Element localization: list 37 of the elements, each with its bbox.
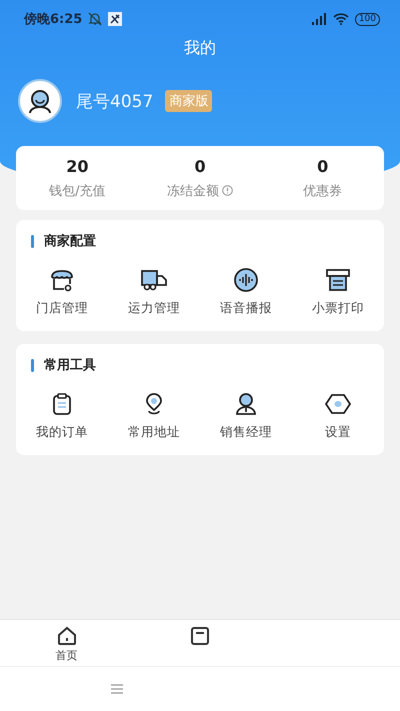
stat-label: 钱包/充值 [49,182,106,200]
wifi-icon [332,13,349,25]
document-icon [190,626,210,646]
user-name: 尾号4057 [76,90,154,112]
menu-item-label[interactable]: 门店管理 [36,300,88,317]
menu-item-label[interactable]: 我的订单 [36,424,88,441]
section-title: 商家配置 [44,232,96,250]
menu-item-label[interactable]: 运力管理 [128,300,180,317]
menu-item-label[interactable]: 语音播报 [220,300,272,317]
stat-label: 冻结金额 [167,182,219,200]
stat-value[interactable]: 0 [317,156,328,176]
info-icon[interactable] [222,185,233,196]
truck-icon[interactable] [140,268,168,292]
clipboard-icon[interactable] [50,392,74,416]
bell-muted-icon [88,12,102,26]
menu-item-label[interactable]: 小票打印 [312,300,364,317]
menu-item-label[interactable]: 设置 [325,424,351,441]
avatar-icon[interactable] [18,79,62,123]
stat-label: 优惠券 [303,182,342,200]
person-icon[interactable] [234,392,258,416]
section-title: 常用工具 [44,357,96,374]
storefront-icon[interactable] [49,268,75,292]
page-title: 我的 [183,38,217,59]
stat-value[interactable]: 0 [194,156,206,176]
app-notification-icon [108,12,122,26]
home-icon [56,626,78,646]
sound-wave-icon[interactable] [233,268,259,292]
printer-icon[interactable] [325,268,351,292]
settings-icon[interactable] [324,392,352,416]
menu-item-label[interactable]: 常用地址 [128,424,180,441]
status-time: 傍晚6:25 [24,11,82,28]
stat-value[interactable]: 20 [66,156,88,176]
signal-icon [310,13,327,25]
merchant-badge: 商家版 [165,90,212,112]
battery-level: 100 [354,12,380,26]
menu-icon[interactable] [110,683,124,695]
menu-item-label[interactable]: 销售经理 [220,424,272,441]
